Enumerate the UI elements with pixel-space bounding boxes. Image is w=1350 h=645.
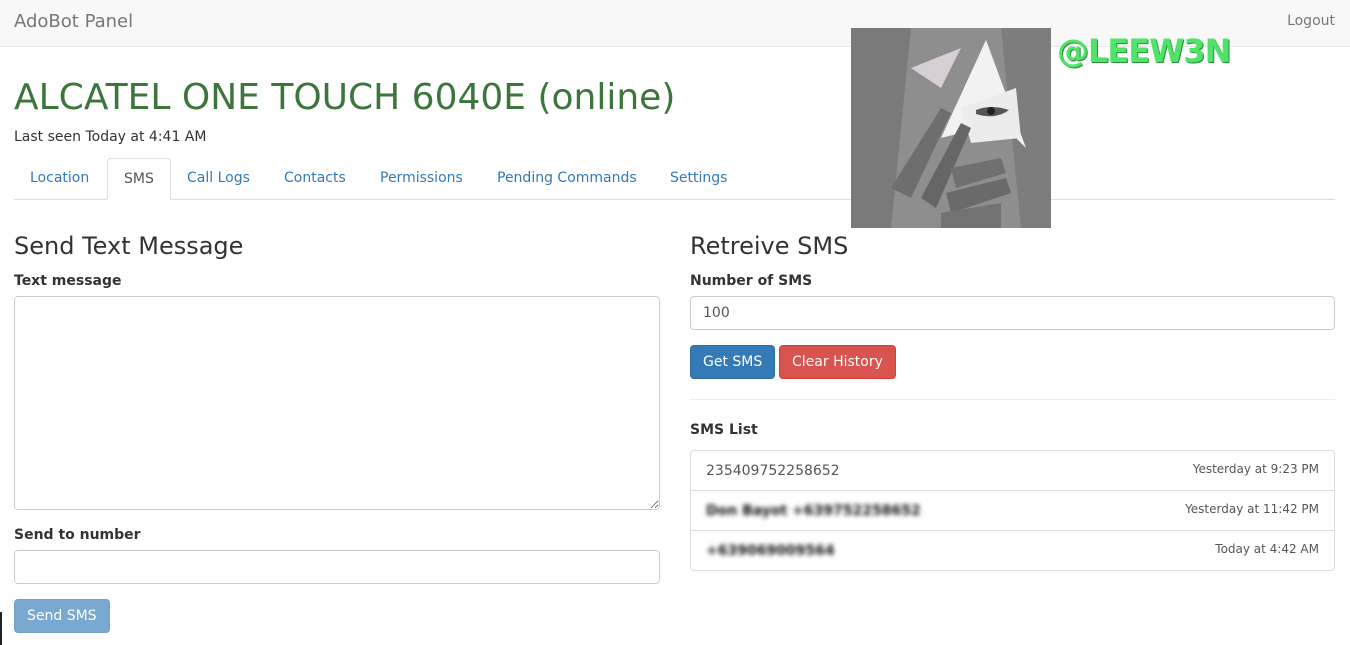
number-of-sms-field[interactable] — [690, 296, 1335, 330]
sms-list: 235409752258652 Yesterday at 9:23 PM Don… — [690, 450, 1335, 571]
send-sms-button[interactable]: Send SMS — [14, 599, 110, 633]
send-text-heading: Send Text Message — [14, 232, 244, 260]
anime-character-icon — [851, 28, 1051, 228]
text-message-field[interactable] — [14, 296, 660, 510]
retrieve-sms-heading: Retreive SMS — [690, 232, 849, 260]
logout-link[interactable]: Logout — [1287, 13, 1335, 29]
anime-avatar-image — [851, 28, 1051, 228]
sms-sender: 235409752258652 — [706, 463, 840, 479]
brand-link[interactable]: AdoBot Panel — [14, 11, 133, 32]
sms-list-item[interactable]: Don Bayot +639752258652 Yesterday at 11:… — [690, 490, 1335, 531]
tab-permissions[interactable]: Permissions — [364, 158, 479, 200]
sms-sender-redacted: +639069009564 — [706, 543, 835, 559]
tab-location[interactable]: Location — [14, 158, 105, 200]
window-edge — [0, 612, 2, 645]
tab-call-logs[interactable]: Call Logs — [171, 158, 266, 200]
sms-sender-redacted: Don Bayot +639752258652 — [706, 503, 921, 519]
last-seen-text: Last seen Today at 4:41 AM — [14, 129, 207, 145]
device-title: ALCATEL ONE TOUCH 6040E (online) — [14, 77, 676, 118]
tab-pending-commands[interactable]: Pending Commands — [481, 158, 653, 200]
number-of-sms-label: Number of SMS — [690, 273, 813, 289]
send-to-number-label: Send to number — [14, 527, 141, 543]
tab-sms[interactable]: SMS — [107, 158, 171, 200]
clear-history-button[interactable]: Clear History — [779, 345, 896, 379]
watermark-text: @LEEW3N — [1057, 32, 1231, 70]
sms-list-label: SMS List — [690, 422, 758, 438]
sms-list-item[interactable]: +639069009564 Today at 4:42 AM — [690, 530, 1335, 571]
tab-bar: Location SMS Call Logs Contacts Permissi… — [14, 158, 1335, 200]
divider — [690, 399, 1335, 400]
tab-contacts[interactable]: Contacts — [268, 158, 362, 200]
sms-timestamp: Yesterday at 9:23 PM — [1192, 462, 1319, 476]
sms-timestamp: Today at 4:42 AM — [1215, 542, 1319, 556]
sms-timestamp: Yesterday at 11:42 PM — [1185, 502, 1319, 516]
text-message-label: Text message — [14, 273, 122, 289]
get-sms-button[interactable]: Get SMS — [690, 345, 776, 379]
tab-settings[interactable]: Settings — [654, 158, 743, 200]
sms-list-item[interactable]: 235409752258652 Yesterday at 9:23 PM — [690, 450, 1335, 491]
send-to-number-field[interactable] — [14, 550, 660, 584]
